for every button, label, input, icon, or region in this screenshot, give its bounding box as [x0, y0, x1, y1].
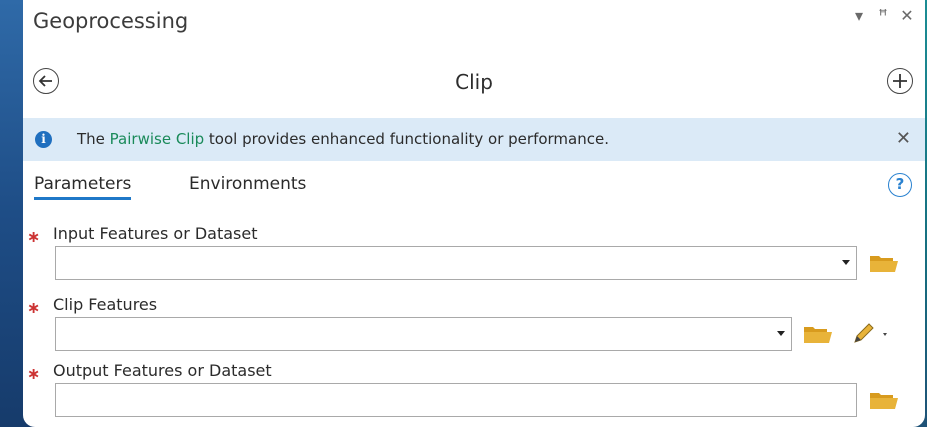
info-text-suffix: tool provides enhanced functionality or … — [204, 130, 609, 148]
pane-options-dropdown[interactable]: ▾ — [851, 6, 867, 25]
required-marker: ∗ — [27, 364, 41, 383]
tool-header: Clip — [23, 60, 925, 106]
close-pane-button[interactable]: ✕ — [899, 6, 915, 25]
folder-icon[interactable] — [869, 253, 899, 273]
tool-title: Clip — [455, 70, 493, 94]
info-icon: i — [35, 131, 52, 148]
pin-icon[interactable]: ꟸ — [875, 6, 891, 25]
tab-strip: Parameters Environments ? — [23, 170, 925, 204]
pane-window-controls: ▾ ꟸ ✕ — [851, 6, 915, 25]
geoprocessing-pane: Geoprocessing ▾ ꟸ ✕ Clip i The Pairwise … — [23, 0, 925, 427]
info-message-bar: i The Pairwise Clip tool provides enhanc… — [23, 118, 925, 161]
required-marker: ∗ — [27, 227, 41, 246]
pane-titlebar: Geoprocessing ▾ ꟸ ✕ — [23, 0, 925, 46]
tab-environments[interactable]: Environments — [189, 174, 306, 194]
add-icon — [893, 74, 907, 88]
pencil-icon[interactable] — [851, 321, 891, 345]
dropdown-arrow-icon[interactable] — [842, 260, 850, 265]
tab-parameters[interactable]: Parameters — [34, 174, 132, 200]
folder-icon[interactable] — [803, 324, 833, 344]
param-label: Input Features or Dataset — [53, 224, 258, 243]
help-icon[interactable]: ? — [888, 173, 912, 197]
info-message: The Pairwise Clip tool provides enhanced… — [77, 130, 609, 148]
input-features-dropdown[interactable] — [55, 246, 857, 280]
required-marker: ∗ — [27, 298, 41, 317]
pairwise-clip-link[interactable]: Pairwise Clip — [110, 130, 204, 148]
dropdown-arrow-icon[interactable] — [777, 331, 785, 336]
param-label: Clip Features — [53, 295, 158, 314]
folder-icon[interactable] — [869, 390, 899, 410]
add-button[interactable] — [887, 68, 913, 94]
pane-title: Geoprocessing — [33, 9, 189, 33]
info-text-prefix: The — [77, 130, 110, 148]
param-label: Output Features or Dataset — [53, 361, 272, 380]
output-features-input[interactable] — [55, 383, 857, 417]
clip-features-dropdown[interactable] — [55, 317, 792, 351]
close-info-button[interactable]: ✕ — [896, 128, 911, 149]
